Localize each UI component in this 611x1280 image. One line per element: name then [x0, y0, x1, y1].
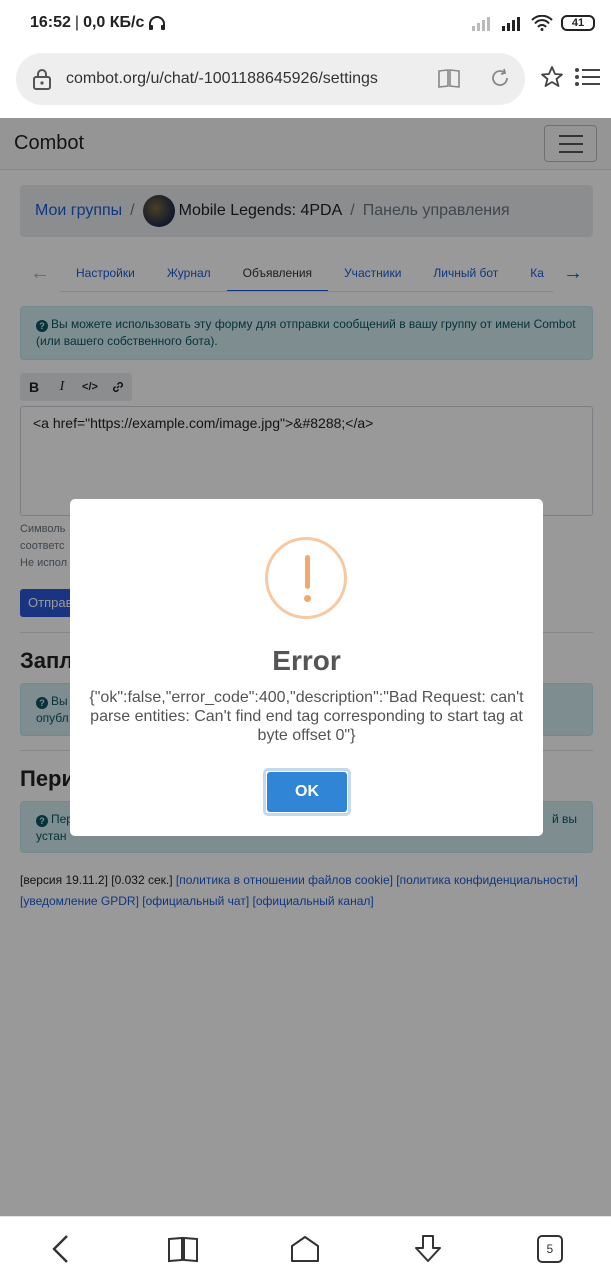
lock-icon: [33, 69, 51, 90]
tabs-count: 5: [536, 1234, 563, 1263]
reader-mode-icon[interactable]: [437, 67, 461, 89]
wifi-icon: [531, 15, 553, 31]
error-dialog: Error {"ok":false,"error_code":400,"desc…: [70, 499, 543, 836]
address-bar[interactable]: combot.org/u/chat/-1001188645926/setting…: [16, 53, 525, 105]
bookmark-star-icon[interactable]: [540, 65, 564, 89]
dialog-message: {"ok":false,"error_code":400,"descriptio…: [89, 689, 524, 744]
browser-toolbar: combot.org/u/chat/-1001188645926/setting…: [0, 46, 611, 118]
back-icon[interactable]: [39, 1227, 83, 1271]
bookmarks-book-icon[interactable]: [161, 1227, 205, 1271]
download-icon[interactable]: [406, 1227, 450, 1271]
status-separator: |: [74, 14, 80, 31]
browser-bottom-nav: 5: [0, 1216, 611, 1280]
signal-sim1-icon: [472, 17, 490, 31]
ok-button[interactable]: OK: [263, 768, 351, 816]
status-time: 16:52: [30, 14, 71, 31]
dialog-title: Error: [272, 645, 341, 676]
reload-icon[interactable]: [489, 67, 511, 89]
battery-indicator: 41: [561, 15, 595, 31]
home-icon[interactable]: [283, 1227, 327, 1271]
ok-button-label: OK: [267, 772, 347, 812]
warning-icon: [265, 537, 347, 619]
status-network-speed: 0,0 КБ/с: [83, 14, 145, 31]
headphones-icon: [149, 16, 166, 30]
menu-list-icon[interactable]: [574, 65, 602, 89]
status-bar: 16:52 | 0,0 КБ/с 41: [0, 0, 611, 46]
tabs-switcher-button[interactable]: 5: [528, 1227, 572, 1271]
signal-sim2-icon: [502, 17, 520, 31]
url-text: combot.org/u/chat/-1001188645926/setting…: [66, 70, 378, 87]
